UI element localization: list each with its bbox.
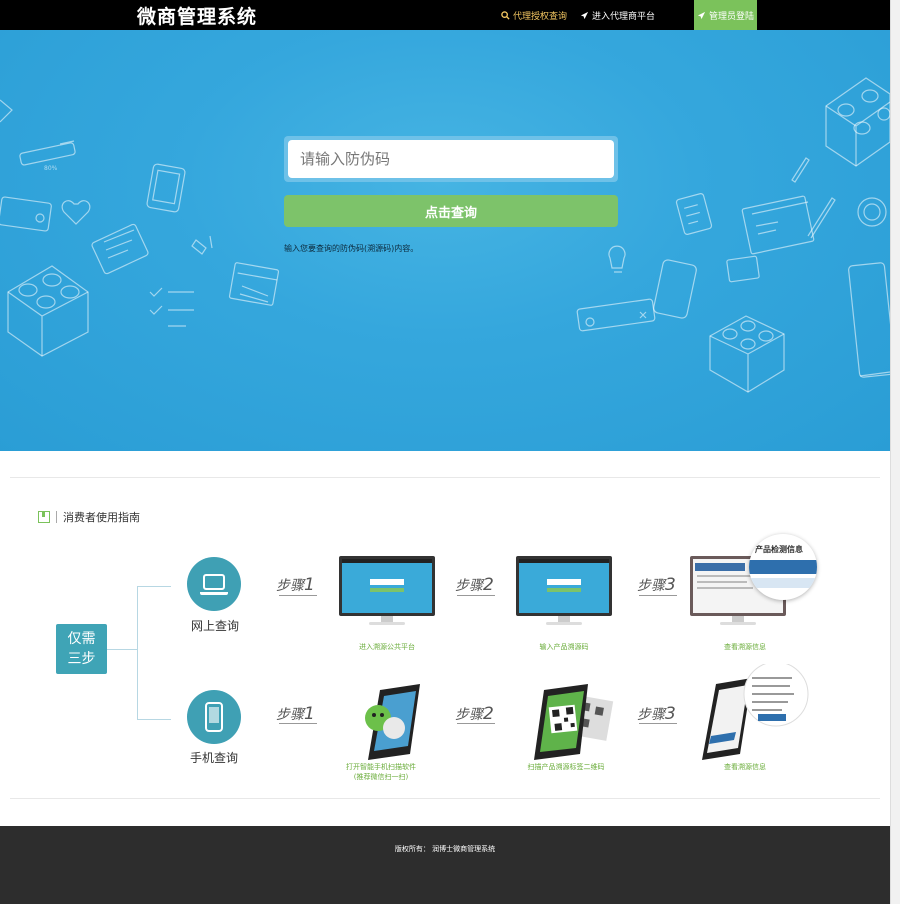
step-number: 3 xyxy=(665,704,676,724)
mobile-step1-caption: 打开智能手机扫描软件 (推荐微信扫一扫) xyxy=(340,762,422,782)
divider xyxy=(10,477,880,478)
admin-login-button[interactable]: 管理员登陆 xyxy=(694,0,757,30)
trace-info-phone-illustration xyxy=(702,664,809,760)
site-logo[interactable]: 微商管理系统 xyxy=(137,2,257,29)
agent-auth-query-link[interactable]: 代理授权查询 xyxy=(501,9,567,22)
only-three-line2: 三步 xyxy=(67,651,96,667)
mobile-step2-caption: 扫描产品溯源标签二维码 xyxy=(527,763,605,771)
online-query-label: 网上查询 xyxy=(191,619,240,633)
online-step1-caption: 进入溯源公共平台 xyxy=(359,643,415,651)
step-word: 步骤 xyxy=(276,707,304,723)
steps-bracket xyxy=(137,586,171,720)
step-number: 3 xyxy=(665,575,676,595)
send-icon xyxy=(697,11,706,19)
step-number: 2 xyxy=(483,704,494,724)
laptop-icon xyxy=(200,574,228,595)
step-word: 步骤 xyxy=(455,707,483,723)
top-navbar: 微商管理系统 代理授权查询 进入代理商平台 管理员登陆 xyxy=(0,0,890,30)
online-query-circle xyxy=(187,557,241,611)
online-step2-label: 步骤2 xyxy=(455,575,494,595)
mobile-query-circle xyxy=(187,690,241,744)
step-word: 步骤 xyxy=(455,578,483,594)
mobile-step3-label: 步骤3 xyxy=(637,704,676,724)
hero-banner: 80% 请输入防伪码 点击查询 输入您要查询的防伪码(溯源码)内容。 xyxy=(0,30,890,451)
step-underline xyxy=(279,595,317,596)
qr-scan-illustration xyxy=(534,684,614,760)
step-word: 步骤 xyxy=(637,707,665,723)
agent-platform-label: 进入代理商平台 xyxy=(592,12,656,22)
step-underline xyxy=(639,595,677,596)
search-icon xyxy=(501,11,510,20)
wechat-phone-illustration xyxy=(365,684,420,760)
agent-platform-link[interactable]: 进入代理商平台 xyxy=(580,9,655,22)
divider xyxy=(10,798,880,799)
online-step2-caption: 输入产品溯源码 xyxy=(539,643,589,651)
panel-title: 产品检测信息 xyxy=(755,545,803,554)
product-info-zoom: 产品检测信息 xyxy=(749,534,817,600)
caption-line: (推荐微信扫一扫) xyxy=(353,773,409,781)
caption-line: 打开智能手机扫描软件 xyxy=(346,763,416,771)
svg-text:80%: 80% xyxy=(44,165,58,172)
agent-auth-query-label: 代理授权查询 xyxy=(513,12,568,22)
footer: 版权所有： 润博士微商管理系统 xyxy=(0,826,890,904)
step-number: 1 xyxy=(304,704,315,724)
send-icon xyxy=(580,11,589,20)
phone-icon xyxy=(205,702,223,732)
anticounterfeit-code-input[interactable] xyxy=(288,140,614,178)
step-word: 步骤 xyxy=(637,578,665,594)
step-number: 1 xyxy=(304,575,315,595)
online-step2-monitor xyxy=(516,556,612,628)
vertical-scrollbar[interactable] xyxy=(890,0,900,904)
query-button[interactable]: 点击查询 xyxy=(284,195,618,227)
only-three-steps-badge: 仅需 三步 xyxy=(56,624,107,674)
online-step3-caption: 查看溯源信息 xyxy=(724,643,766,651)
online-step1-label: 步骤1 xyxy=(276,575,315,595)
consumer-guide-heading: 消费者使用指南 xyxy=(38,509,140,525)
online-step1-monitor xyxy=(339,556,435,628)
bracket-connector xyxy=(107,649,137,650)
step-underline xyxy=(279,723,317,724)
page: 微商管理系统 代理授权查询 进入代理商平台 管理员登陆 80% 请输入防伪码 点… xyxy=(0,0,890,904)
mobile-query-label: 手机查询 xyxy=(190,751,239,765)
online-step3-label: 步骤3 xyxy=(637,575,676,595)
step-underline xyxy=(457,723,495,724)
step-word: 步骤 xyxy=(276,578,304,594)
consumer-guide-title: 消费者使用指南 xyxy=(63,511,140,524)
bookmark-icon xyxy=(38,511,50,523)
step-underline xyxy=(639,723,677,724)
admin-login-label: 管理员登陆 xyxy=(708,11,754,22)
heading-separator xyxy=(56,511,57,523)
step-number: 2 xyxy=(483,575,494,595)
copyright-text: 版权所有： 润博士微商管理系统 xyxy=(394,845,496,853)
search-hint: 输入您要查询的防伪码(溯源码)内容。 xyxy=(284,244,419,253)
mobile-step2-label: 步骤2 xyxy=(455,704,494,724)
step-underline xyxy=(457,595,495,596)
anticounterfeit-search-box xyxy=(284,136,618,182)
decorative-doodles: 80% xyxy=(0,77,890,393)
only-three-line1: 仅需 xyxy=(67,631,96,647)
mobile-step1-label: 步骤1 xyxy=(276,704,315,724)
mobile-step3-caption: 查看溯源信息 xyxy=(724,763,766,771)
